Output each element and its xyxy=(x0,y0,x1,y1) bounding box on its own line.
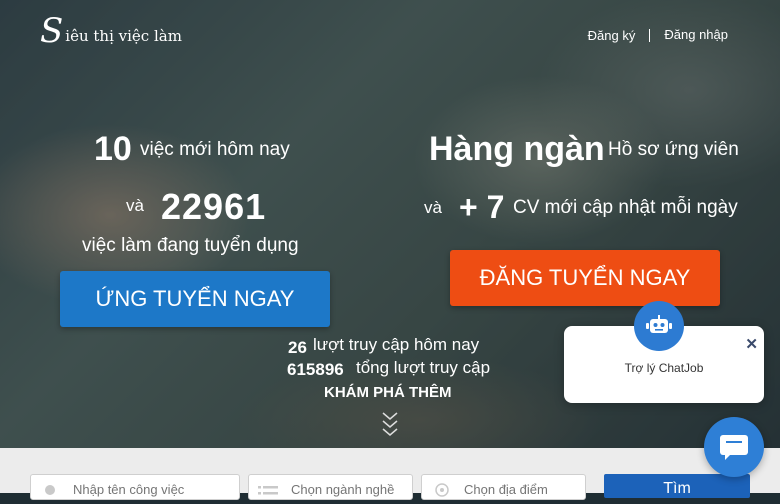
login-link[interactable]: Đăng nhập xyxy=(664,27,728,42)
jobs-new-count: 10 xyxy=(94,130,132,168)
chat-launcher-button[interactable] xyxy=(704,417,764,477)
headline: Hàng ngàn xyxy=(429,130,605,168)
category-select[interactable] xyxy=(289,481,412,498)
close-icon[interactable]: ✕ xyxy=(745,335,758,353)
apply-now-button[interactable]: ỨNG TUYỂN NGAY xyxy=(60,271,330,327)
headline-label: Hồ sơ ứng viên xyxy=(608,139,739,160)
jobs-total-count: 22961 xyxy=(161,186,267,227)
robot-icon[interactable] xyxy=(634,301,684,351)
logo-text: iêu thị việc làm xyxy=(65,27,182,45)
today-visits-label: lượt truy cập hôm nay xyxy=(313,335,480,354)
keyword-input[interactable] xyxy=(71,481,225,498)
total-visits-label: tổng lượt truy cập xyxy=(356,358,491,377)
keyword-field[interactable] xyxy=(30,474,240,500)
search-button[interactable]: Tìm xyxy=(604,474,750,498)
today-visits-count: 26 xyxy=(288,338,307,357)
jobs-new-label: việc mới hôm nay xyxy=(140,139,290,160)
cv-count: + 7 xyxy=(459,189,505,225)
chevron-down-icon[interactable] xyxy=(380,410,400,440)
jobs-total-label: việc làm đang tuyển dụng xyxy=(82,235,299,256)
list-icon xyxy=(258,486,278,495)
logo-mark: S xyxy=(40,11,64,51)
total-visits-count: 615896 xyxy=(287,360,344,379)
chatbot-title: Trợ lý ChatJob xyxy=(624,361,704,375)
right-and: và xyxy=(424,198,442,217)
location-field[interactable] xyxy=(421,474,586,500)
search-icon xyxy=(45,485,55,495)
auth-links: Đăng ký Đăng nhập xyxy=(588,27,728,43)
site-logo[interactable]: S iêu thị việc làm xyxy=(40,14,182,48)
register-link[interactable]: Đăng ký xyxy=(588,28,636,43)
category-field[interactable] xyxy=(248,474,413,500)
left-and: và xyxy=(126,196,144,215)
post-job-button[interactable]: ĐĂNG TUYỂN NGAY xyxy=(450,250,720,306)
auth-divider xyxy=(649,29,651,42)
cv-label: CV mới cập nhật mỗi ngày xyxy=(513,197,738,218)
chat-bubble-icon xyxy=(720,435,748,460)
location-pin-icon xyxy=(435,483,449,497)
explore-more-link[interactable]: KHÁM PHÁ THÊM xyxy=(324,384,452,401)
location-select[interactable] xyxy=(462,481,585,498)
